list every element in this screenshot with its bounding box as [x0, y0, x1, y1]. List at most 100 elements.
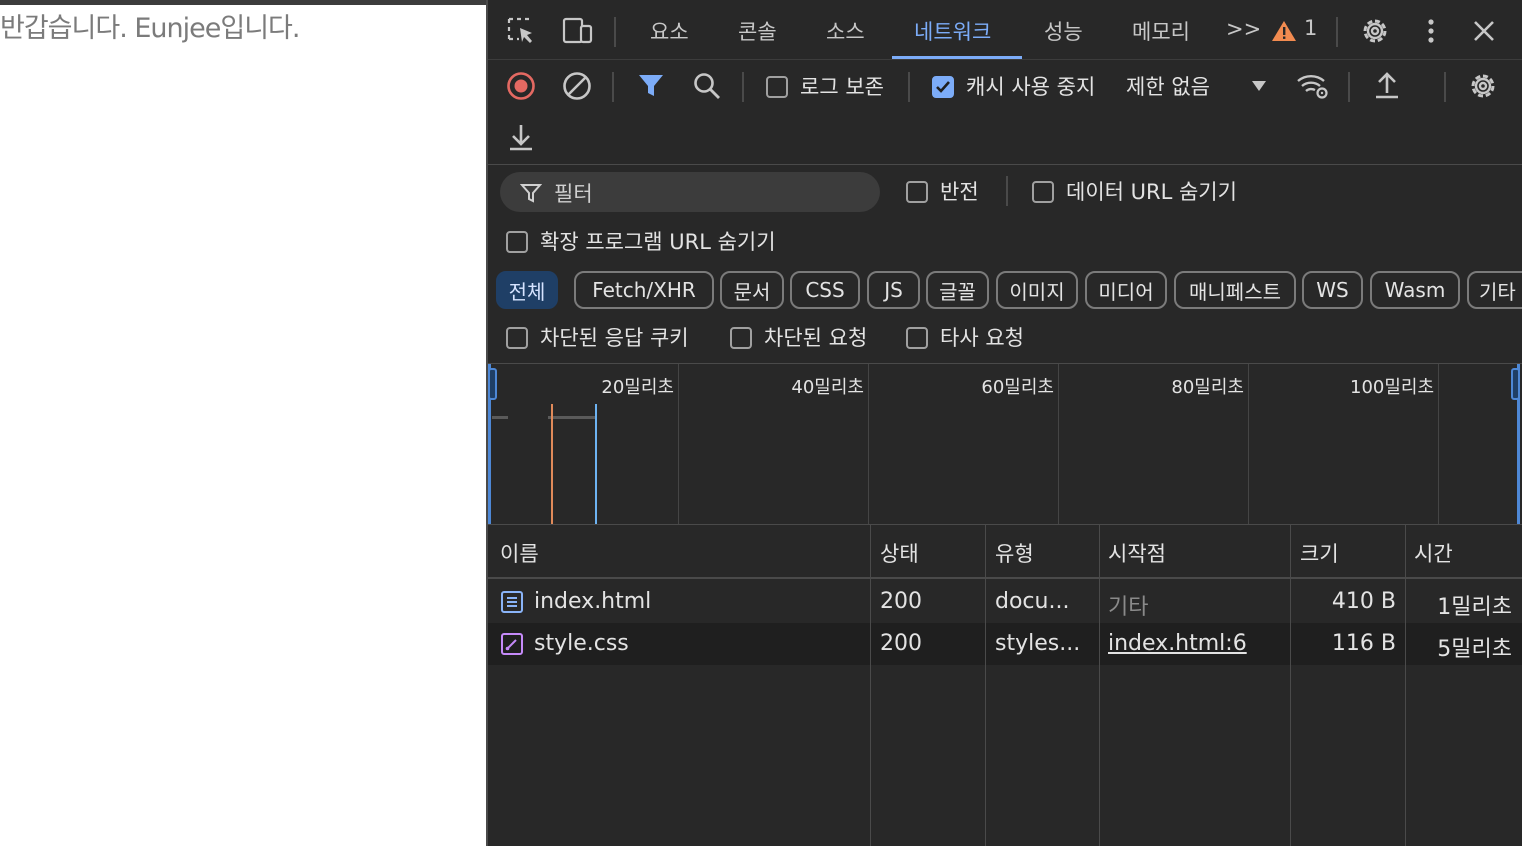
more-tabs-button[interactable]: >> [1226, 17, 1261, 41]
type-filter-media[interactable]: 미디어 [1085, 271, 1167, 309]
third-party-label[interactable]: 타사 요청 [940, 322, 1024, 352]
invert-label[interactable]: 반전 [940, 176, 979, 206]
request-initiator-link[interactable]: index.html:6 [1108, 631, 1247, 656]
table-header: 이름 상태 유형 시작점 크기 시간 [488, 525, 1522, 579]
column-divider[interactable] [870, 525, 871, 846]
hide-data-urls-label[interactable]: 데이터 URL 숨기기 [1066, 176, 1237, 206]
inspect-element-icon[interactable] [504, 14, 538, 48]
column-header-time[interactable]: 시간 [1414, 538, 1453, 568]
warning-icon[interactable] [1270, 14, 1298, 48]
hide-data-urls-checkbox[interactable] [1032, 181, 1054, 203]
network-toolbar: 로그 보존 캐시 사용 중지 제한 없음 [488, 60, 1522, 165]
tab-elements[interactable]: 요소 [650, 16, 689, 46]
third-party-checkbox[interactable] [906, 327, 928, 349]
request-time: 5밀리초 [1437, 637, 1512, 662]
overview-tick-label: 20밀리초 [601, 377, 674, 398]
overview-load-marker [595, 404, 597, 524]
toolbar-divider [1336, 17, 1338, 47]
column-header-name[interactable]: 이름 [500, 538, 539, 568]
network-settings-gear-icon[interactable] [1466, 69, 1500, 103]
tab-console[interactable]: 콘솔 [738, 16, 777, 46]
clear-icon[interactable] [560, 69, 594, 103]
settings-gear-icon[interactable] [1358, 14, 1392, 48]
request-size: 410 B [1331, 589, 1396, 614]
type-filter-ws[interactable]: WS [1302, 271, 1363, 309]
close-icon[interactable] [1467, 14, 1501, 48]
toolbar-divider [1006, 176, 1008, 206]
type-filter-fetch-xhr[interactable]: Fetch/XHR [574, 271, 714, 309]
device-toolbar-icon[interactable] [560, 14, 594, 48]
search-icon[interactable] [690, 69, 724, 103]
network-conditions-icon[interactable] [1296, 69, 1330, 103]
checkmark-icon [936, 81, 950, 93]
column-divider[interactable] [1405, 525, 1406, 846]
request-status: 200 [880, 631, 922, 656]
table-row[interactable]: style.css 200 styles... index.html:6 116… [488, 623, 1522, 665]
invert-checkbox[interactable] [906, 181, 928, 203]
type-filter-img[interactable]: 이미지 [996, 271, 1078, 309]
disable-cache-checkbox[interactable] [932, 76, 954, 98]
overview-gridline [1248, 364, 1249, 524]
throttling-select[interactable]: 제한 없음 [1126, 71, 1210, 101]
active-tab-indicator [892, 56, 1022, 59]
type-filter-other[interactable]: 기타 [1467, 271, 1522, 309]
toolbar-divider [612, 72, 614, 102]
devtools-panel: 요소 콘솔 소스 네트워크 성능 메모리 >> 1 로그 보존 캐시 사용 중지… [486, 0, 1522, 846]
type-filter-js[interactable]: JS [867, 271, 920, 309]
blocked-cookies-checkbox[interactable] [506, 327, 528, 349]
import-har-icon[interactable] [1370, 69, 1404, 103]
stylesheet-icon [501, 633, 523, 655]
request-size: 116 B [1331, 631, 1396, 656]
devtools-tabbar: 요소 콘솔 소스 네트워크 성능 메모리 >> 1 [488, 0, 1522, 60]
overview-right-handle[interactable] [1511, 368, 1520, 400]
preserve-log-label[interactable]: 로그 보존 [800, 71, 884, 101]
filter-input[interactable]: 필터 [500, 172, 880, 212]
toolbar-divider [742, 72, 744, 102]
column-header-size[interactable]: 크기 [1300, 538, 1339, 568]
hide-extension-urls-label[interactable]: 확장 프로그램 URL 숨기기 [540, 226, 776, 256]
network-overview[interactable]: 20밀리초 40밀리초 60밀리초 80밀리초 100밀리초 [488, 363, 1522, 525]
request-initiator: 기타 [1108, 595, 1149, 620]
dropdown-arrow-icon[interactable] [1242, 69, 1276, 103]
overview-dom-loaded-marker [551, 404, 553, 524]
column-divider[interactable] [1290, 525, 1291, 846]
type-filter-all[interactable]: 전체 [496, 271, 558, 309]
hide-extension-urls-checkbox[interactable] [506, 231, 528, 253]
type-filter-wasm[interactable]: Wasm [1370, 271, 1460, 309]
type-filter-css[interactable]: CSS [790, 271, 860, 309]
request-type: docu... [995, 589, 1070, 614]
filter-funnel-icon[interactable] [634, 69, 668, 103]
overview-request-bar [492, 416, 508, 419]
warning-count[interactable]: 1 [1304, 16, 1317, 40]
column-header-status[interactable]: 상태 [880, 538, 919, 568]
more-vertical-icon[interactable] [1414, 14, 1448, 48]
column-divider[interactable] [1099, 525, 1100, 846]
overview-gridline [868, 364, 869, 524]
type-filter-doc[interactable]: 문서 [720, 271, 784, 309]
blocked-requests-label[interactable]: 차단된 요청 [764, 322, 867, 352]
request-time: 1밀리초 [1437, 595, 1512, 620]
preserve-log-checkbox[interactable] [766, 76, 788, 98]
tab-memory[interactable]: 메모리 [1132, 16, 1190, 46]
overview-left-handle[interactable] [488, 368, 497, 400]
disable-cache-label[interactable]: 캐시 사용 중지 [966, 71, 1095, 101]
column-divider[interactable] [985, 525, 986, 846]
request-type: styles... [995, 631, 1081, 656]
tab-sources[interactable]: 소스 [826, 16, 865, 46]
tab-network[interactable]: 네트워크 [914, 16, 991, 46]
record-stop-icon[interactable] [504, 69, 538, 103]
type-filter-font[interactable]: 글꼴 [926, 271, 989, 309]
requests-table: 이름 상태 유형 시작점 크기 시간 index.html 200 docu..… [488, 525, 1522, 846]
blocked-requests-checkbox[interactable] [730, 327, 752, 349]
toolbar-divider [908, 72, 910, 102]
overview-tick-label: 60밀리초 [981, 377, 1054, 398]
request-name: index.html [534, 589, 652, 614]
column-header-type[interactable]: 유형 [995, 538, 1034, 568]
blocked-cookies-label[interactable]: 차단된 응답 쿠키 [540, 322, 689, 352]
export-har-icon[interactable] [504, 120, 538, 154]
type-filter-manifest[interactable]: 매니페스트 [1174, 271, 1296, 309]
table-row[interactable]: index.html 200 docu... 기타 410 B 1밀리초 [488, 581, 1522, 623]
overview-gridline [1058, 364, 1059, 524]
tab-performance[interactable]: 성능 [1044, 16, 1083, 46]
column-header-initiator[interactable]: 시작점 [1108, 538, 1166, 568]
